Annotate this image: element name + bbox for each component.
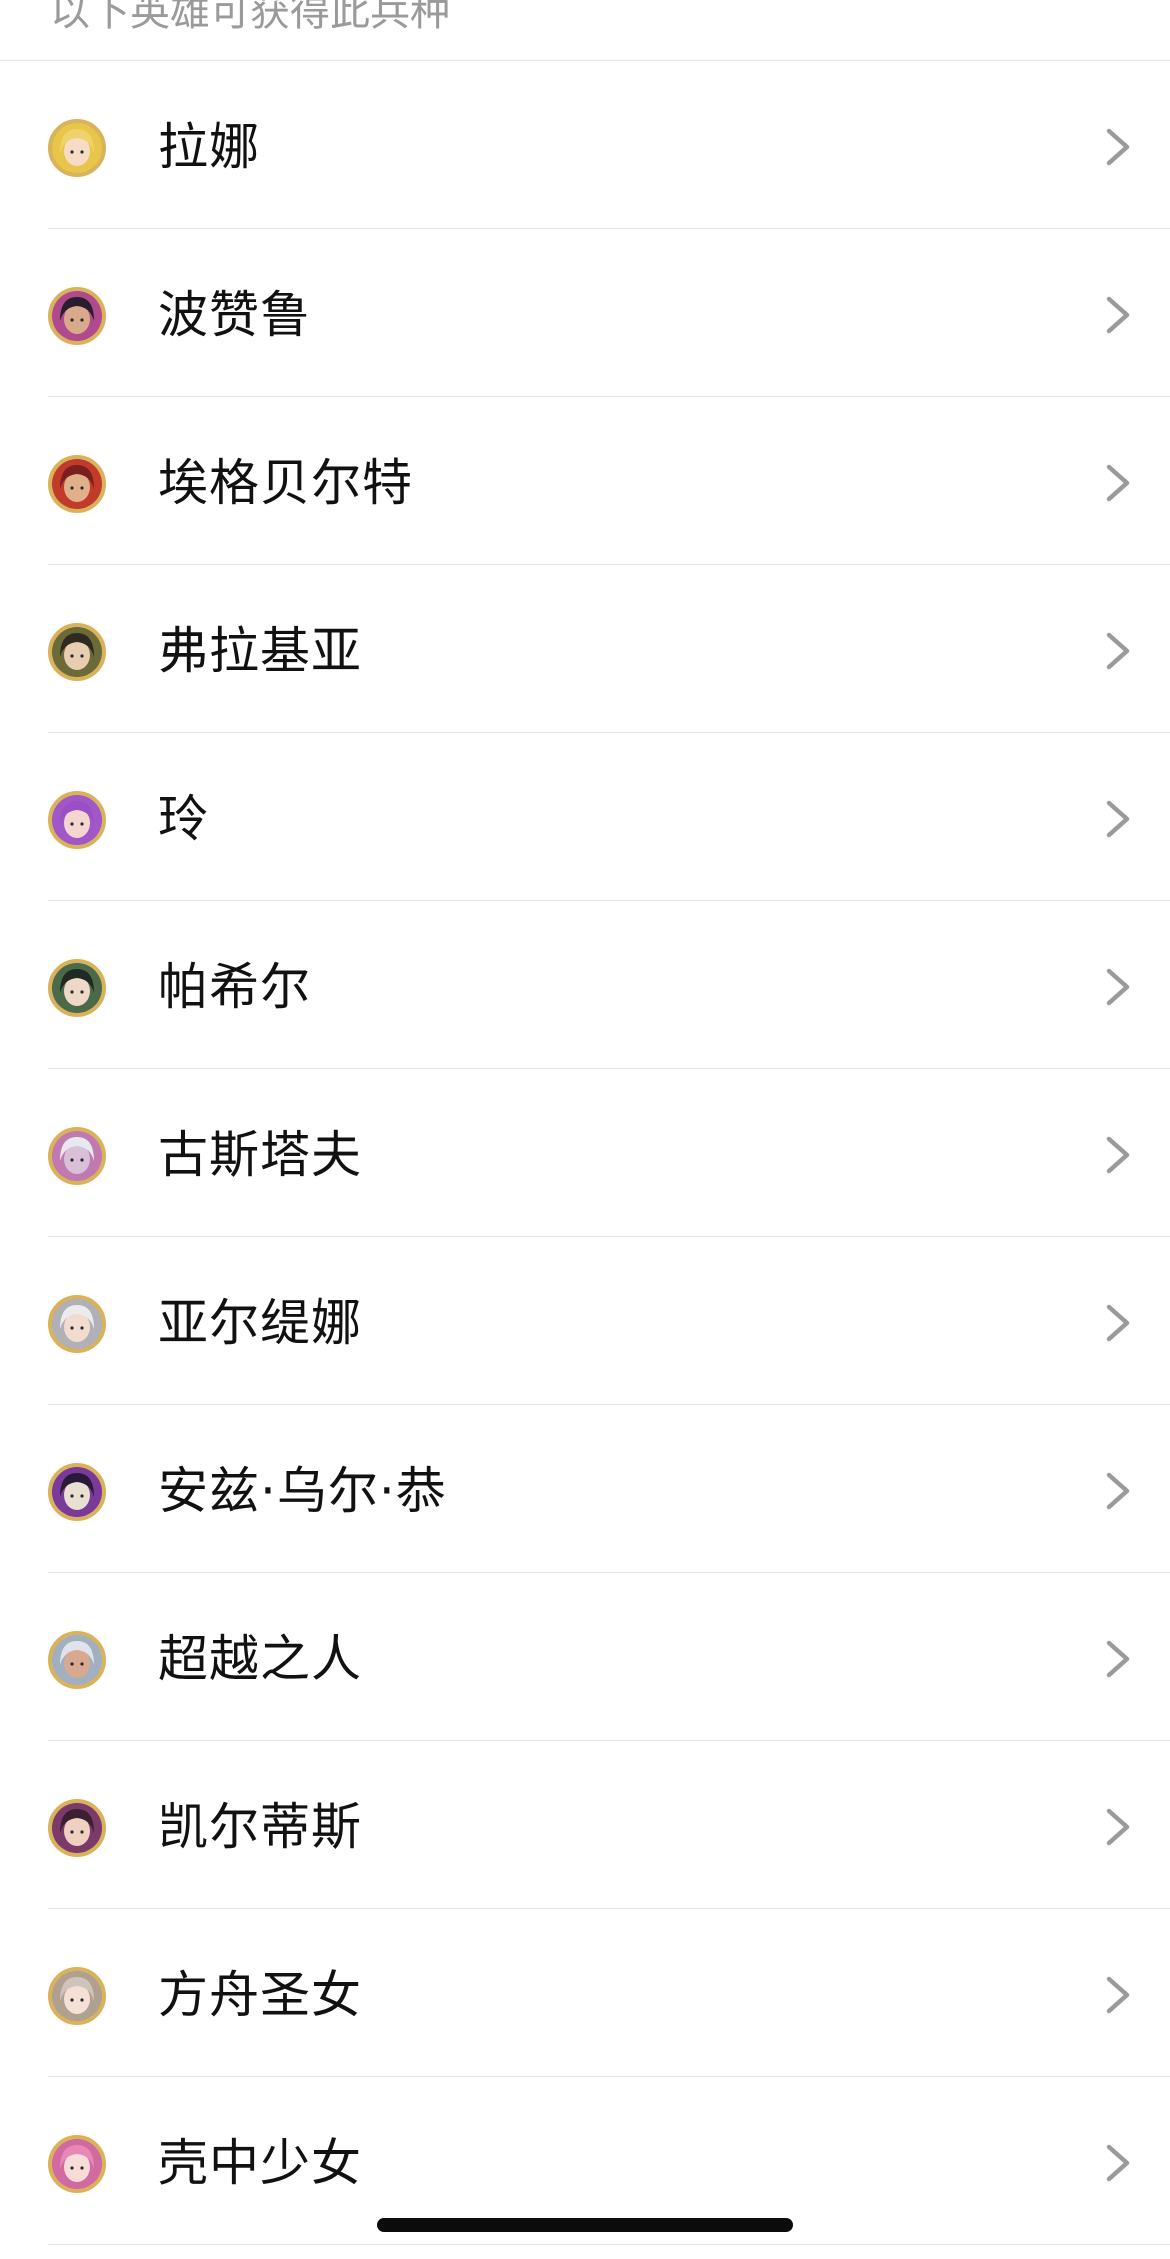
hero-portrait-icon — [48, 959, 106, 1017]
hero-name: 凯尔蒂斯 — [158, 1798, 362, 1856]
chevron-right-icon — [1100, 799, 1134, 839]
chevron-right-icon — [1100, 1303, 1134, 1343]
hero-portrait-icon — [48, 1799, 106, 1857]
hero-portrait-icon — [48, 455, 106, 513]
hero-row[interactable]: 亚尔缇娜 — [0, 1237, 1170, 1405]
hero-name: 安兹·乌尔·恭 — [158, 1462, 447, 1520]
hero-portrait-icon — [48, 2135, 106, 2193]
hero-name: 玲 — [158, 790, 209, 848]
hero-row[interactable]: 古斯塔夫 — [0, 1069, 1170, 1237]
hero-name: 超越之人 — [158, 1630, 362, 1688]
hero-list: 拉娜波赞鲁埃格贝尔特弗拉基亚玲帕希尔古斯塔夫亚尔缇娜安兹·乌尔·恭 超越之人凯尔蒂… — [0, 61, 1170, 2245]
hero-row[interactable]: 玲 — [0, 733, 1170, 901]
chevron-right-icon — [1100, 1471, 1134, 1511]
home-indicator[interactable] — [377, 2218, 793, 2232]
hero-portrait-icon — [48, 623, 106, 681]
chevron-right-icon — [1100, 2143, 1134, 2183]
chevron-right-icon — [1100, 127, 1134, 167]
hero-row[interactable]: 帕希尔 — [0, 901, 1170, 1069]
hero-name: 帕希尔 — [158, 958, 311, 1016]
hero-row[interactable]: 波赞鲁 — [0, 229, 1170, 397]
hero-portrait-icon — [48, 287, 106, 345]
chevron-right-icon — [1100, 1975, 1134, 2015]
hero-name: 波赞鲁 — [158, 286, 311, 344]
hero-portrait-icon — [48, 1463, 106, 1521]
hero-name: 弗拉基亚 — [158, 622, 362, 680]
chevron-right-icon — [1100, 631, 1134, 671]
hero-row[interactable]: 安兹·乌尔·恭 — [0, 1405, 1170, 1573]
hero-portrait-icon — [48, 119, 106, 177]
hero-row[interactable]: 凯尔蒂斯 — [0, 1741, 1170, 1909]
hero-row[interactable]: 埃格贝尔特 — [0, 397, 1170, 565]
hero-portrait-icon — [48, 791, 106, 849]
chevron-right-icon — [1100, 295, 1134, 335]
hero-row[interactable]: 方舟圣女 — [0, 1909, 1170, 2077]
hero-name: 古斯塔夫 — [158, 1126, 362, 1184]
hero-name: 壳中少女 — [158, 2134, 362, 2192]
hero-row[interactable]: 拉娜 — [0, 61, 1170, 229]
chevron-right-icon — [1100, 463, 1134, 503]
chevron-right-icon — [1100, 1135, 1134, 1175]
hero-name: 拉娜 — [158, 118, 260, 176]
hero-row[interactable]: 弗拉基亚 — [0, 565, 1170, 733]
hero-portrait-icon — [48, 1631, 106, 1689]
section-header: 以下英雄可获得此兵种 — [0, 0, 1170, 61]
hero-name: 方舟圣女 — [158, 1966, 362, 2024]
hero-portrait-icon — [48, 1295, 106, 1353]
chevron-right-icon — [1100, 1807, 1134, 1847]
hero-row[interactable]: 超越之人 — [0, 1573, 1170, 1741]
chevron-right-icon — [1100, 967, 1134, 1007]
hero-portrait-icon — [48, 1127, 106, 1185]
hero-portrait-icon — [48, 1967, 106, 2025]
hero-name: 埃格贝尔特 — [158, 454, 413, 512]
chevron-right-icon — [1100, 1639, 1134, 1679]
section-header-text: 以下英雄可获得此兵种 — [50, 0, 450, 35]
hero-name: 亚尔缇娜 — [158, 1294, 362, 1352]
